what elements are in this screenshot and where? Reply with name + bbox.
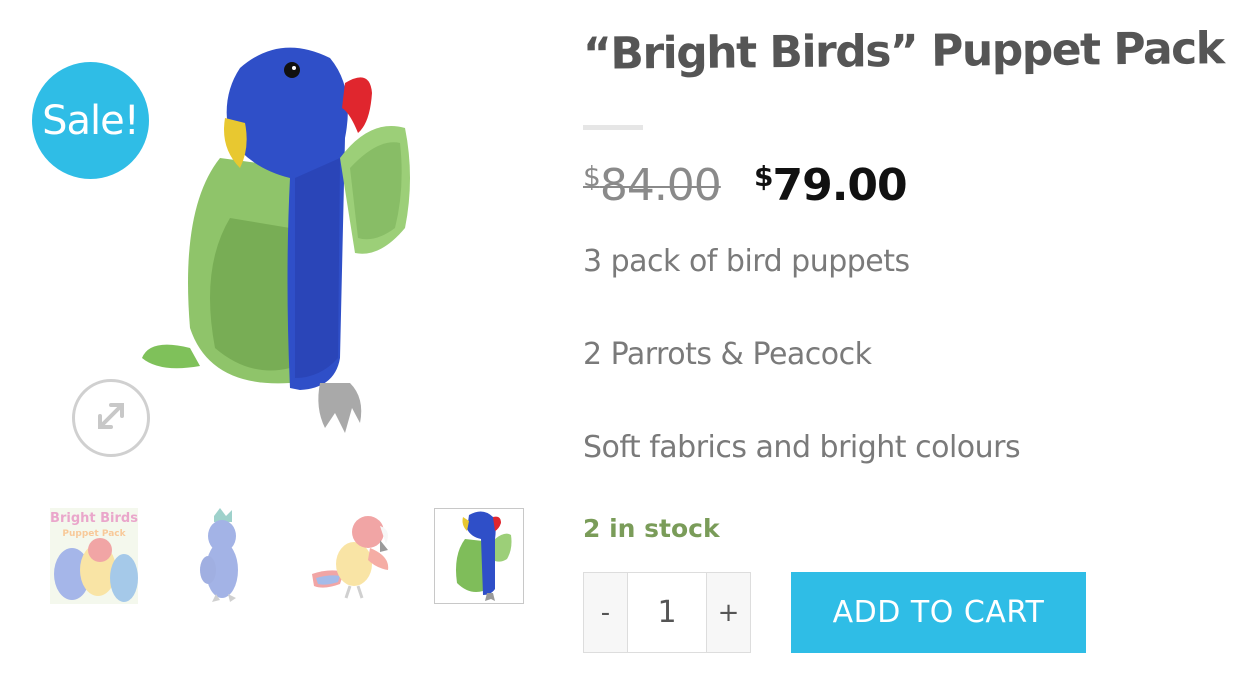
quantity-input[interactable]: 1 — [628, 572, 706, 653]
thumbnail-1[interactable]: Bright Birds Puppet Pack — [50, 508, 138, 604]
quantity-stepper: - 1 + — [583, 572, 759, 653]
product-gallery: Sale! Bright Birds Puppet Pack — [0, 0, 560, 682]
thumbnail-2[interactable] — [180, 508, 268, 604]
regular-price-currency: $ — [583, 160, 601, 193]
regular-price: $84.00 — [583, 160, 722, 211]
add-to-cart-button[interactable]: ADD TO CART — [791, 572, 1086, 653]
thumbnail-1-text-1: Bright Birds — [50, 511, 138, 526]
expand-icon — [91, 396, 131, 441]
thumbnail-3[interactable] — [310, 508, 398, 604]
regular-price-amount: 84.00 — [599, 160, 722, 211]
product-details: “Bright Birds” Puppet Pack $84.00 $79.00… — [583, 0, 1248, 682]
thumbnail-1-text-2: Puppet Pack — [62, 529, 126, 539]
sale-price: $79.00 — [754, 160, 908, 211]
title-divider — [583, 125, 643, 130]
thumbnail-strip: Bright Birds Puppet Pack — [50, 508, 524, 604]
description-line-1: 3 pack of bird puppets — [583, 244, 910, 279]
product-title: “Bright Birds” Puppet Pack — [582, 23, 1224, 80]
sale-badge: Sale! — [32, 62, 149, 179]
description-line-2: 2 Parrots & Peacock — [583, 337, 872, 372]
description-line-3: Soft fabrics and bright colours — [583, 430, 1021, 465]
main-product-image[interactable] — [120, 28, 420, 458]
zoom-button[interactable] — [72, 379, 150, 457]
quantity-increase-button[interactable]: + — [706, 572, 751, 653]
quantity-decrease-button[interactable]: - — [583, 572, 628, 653]
thumbnail-4-active[interactable] — [434, 508, 524, 604]
stock-status: 2 in stock — [583, 514, 720, 543]
sale-price-amount: 79.00 — [772, 160, 907, 211]
sale-price-currency: $ — [754, 160, 774, 193]
